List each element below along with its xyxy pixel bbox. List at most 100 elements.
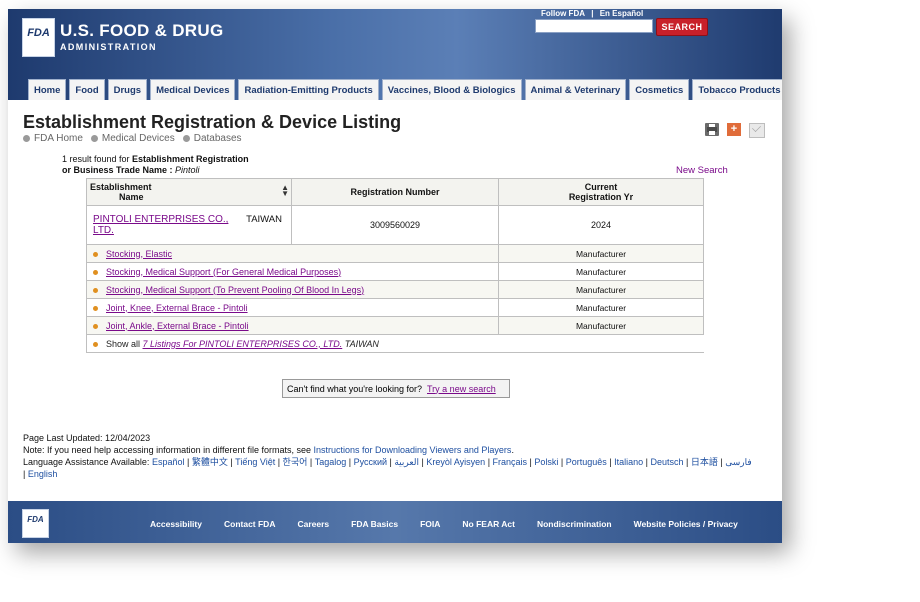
footer-link-contact-fda[interactable]: Contact FDA xyxy=(224,519,275,529)
establishment-name-line2: LTD. xyxy=(93,225,114,236)
tab-drugs[interactable]: Drugs xyxy=(107,79,148,100)
language-link-tagalog[interactable]: Tagalog xyxy=(315,457,347,467)
tab-medical-devices[interactable]: Medical Devices xyxy=(150,79,236,100)
listing-cell: Stocking, Medical Support (To Prevent Po… xyxy=(86,280,499,299)
result-count-bold: Establishment Registration xyxy=(132,154,249,164)
language-link-haitian-creole[interactable]: Kreyòl Ayisyen xyxy=(426,457,485,467)
establishment-name-link[interactable]: PINTOLI ENTERPRISES CO., LTD. xyxy=(93,214,228,236)
try-new-search-link[interactable]: Try a new search xyxy=(427,384,496,394)
language-link-french[interactable]: Français xyxy=(493,457,528,467)
listing-link[interactable]: Joint, Knee, External Brace - Pintoli xyxy=(106,303,248,313)
language-link-korean[interactable]: 한국어 xyxy=(283,457,308,467)
breadcrumb-fda-home[interactable]: FDA Home xyxy=(34,133,83,144)
show-all-row: Show all 7 Listings For PINTOLI ENTERPRI… xyxy=(86,334,704,353)
list-item: Stocking, Medical Support (To Prevent Po… xyxy=(86,280,704,299)
language-link-russian[interactable]: Русский xyxy=(354,457,387,467)
table-row: TAIWAN PINTOLI ENTERPRISES CO., LTD. 3009… xyxy=(86,205,704,245)
fda-logo[interactable]: FDA xyxy=(22,18,55,57)
listing-link[interactable]: Stocking, Elastic xyxy=(106,249,172,259)
last-updated: Page Last Updated: 12/04/2023 xyxy=(23,433,151,443)
listing-link[interactable]: Stocking, Medical Support (For General M… xyxy=(106,267,341,277)
column-header-registration: Registration Number xyxy=(291,178,499,206)
listing-type: Manufacturer xyxy=(498,280,704,299)
language-link-polish[interactable]: Polski xyxy=(534,457,558,467)
footer-link-foia[interactable]: FOIA xyxy=(420,519,440,529)
brand-title[interactable]: U.S. FOOD & DRUG xyxy=(60,21,223,41)
footer-link-fda-basics[interactable]: FDA Basics xyxy=(351,519,398,529)
listing-cell: Stocking, Medical Support (For General M… xyxy=(86,262,499,281)
language-link-vietnamese[interactable]: Tiếng Việt xyxy=(235,457,275,467)
viewers-players-link[interactable]: Instructions for Downloading Viewers and… xyxy=(314,445,512,455)
footer-link-website-policies[interactable]: Website Policies / Privacy xyxy=(634,519,738,529)
tab-radiation-emitting-products[interactable]: Radiation-Emitting Products xyxy=(238,79,379,100)
tab-food[interactable]: Food xyxy=(69,79,105,100)
establishment-name-line1: PINTOLI ENTERPRISES CO., xyxy=(93,214,229,225)
list-item: Joint, Ankle, External Brace - Pintoli M… xyxy=(86,316,704,335)
email-icon[interactable] xyxy=(749,123,765,138)
language-link-japanese[interactable]: 日本語 xyxy=(691,457,718,467)
breadcrumb-databases[interactable]: Databases xyxy=(194,133,242,144)
main-nav: Home Food Drugs Medical Devices Radiatio… xyxy=(28,79,782,100)
language-link-farsi[interactable]: فارسی xyxy=(725,457,751,467)
list-item: Stocking, Elastic Manufacturer xyxy=(86,244,704,263)
show-all-listings-link[interactable]: 7 Listings For PINTOLI ENTERPRISES CO., … xyxy=(143,339,343,349)
language-link-german[interactable]: Deutsch xyxy=(651,457,684,467)
page-title: Establishment Registration & Device List… xyxy=(23,112,402,132)
tab-animal-veterinary[interactable]: Animal & Veterinary xyxy=(524,79,627,100)
footer-fda-logo[interactable]: FDA xyxy=(22,509,49,538)
search-button[interactable]: SEARCH xyxy=(656,18,708,36)
column-header-name-line1: Establishment xyxy=(90,182,152,192)
column-header-name[interactable]: Establishment Name ▲ ▼ xyxy=(86,178,292,206)
language-link-arabic[interactable]: العربية xyxy=(394,457,419,467)
tab-vaccines-blood-biologics[interactable]: Vaccines, Blood & Biologics xyxy=(381,79,522,100)
follow-fda-link[interactable]: Follow FDA xyxy=(541,9,585,18)
sort-icon[interactable]: ▲ ▼ xyxy=(281,184,289,198)
listing-cell: Joint, Knee, External Brace - Pintoli xyxy=(86,298,499,317)
tab-cosmetics[interactable]: Cosmetics xyxy=(629,79,690,100)
page-footer-text: Page Last Updated: 12/04/2023 Note: If y… xyxy=(23,432,773,480)
language-assistance-label: Language Assistance Available: xyxy=(23,457,152,467)
bullet-icon xyxy=(93,287,98,293)
bullet-icon xyxy=(93,269,98,275)
add-icon[interactable]: + xyxy=(727,123,741,136)
format-note-suffix: . xyxy=(511,445,514,455)
footer-link-nondiscrimination[interactable]: Nondiscrimination xyxy=(537,519,612,529)
en-espanol-link[interactable]: En Español xyxy=(600,9,644,18)
column-header-year-line1: Current xyxy=(584,182,618,192)
bullet-icon xyxy=(93,251,98,257)
breadcrumb-bullet-icon xyxy=(182,135,190,142)
results-table: Establishment Name ▲ ▼ Registration Numbe… xyxy=(86,178,704,353)
result-query-label: or Business Trade Name : xyxy=(62,165,176,175)
list-item: Joint, Knee, External Brace - Pintoli Ma… xyxy=(86,298,704,317)
result-count-text: 1 result found for xyxy=(62,154,133,164)
language-assistance: Language Assistance Available: Español |… xyxy=(23,457,752,479)
tab-home[interactable]: Home xyxy=(28,79,67,100)
bullet-icon xyxy=(93,323,98,329)
print-icon[interactable] xyxy=(705,123,719,136)
breadcrumb-medical-devices[interactable]: Medical Devices xyxy=(102,133,175,144)
tab-tobacco-products[interactable]: Tobacco Products xyxy=(692,79,782,100)
footer-link-no-fear-act[interactable]: No FEAR Act xyxy=(462,519,515,529)
breadcrumb-bullet-icon xyxy=(23,135,30,142)
column-header-year: Current Registration Yr xyxy=(498,178,704,206)
search-input[interactable] xyxy=(535,19,653,33)
language-link-chinese[interactable]: 繁體中文 xyxy=(192,457,228,467)
footer-link-careers[interactable]: Careers xyxy=(297,519,329,529)
listing-link[interactable]: Stocking, Medical Support (To Prevent Po… xyxy=(106,285,364,295)
format-note-prefix: Note: If you need help accessing informa… xyxy=(23,445,314,455)
footer-link-accessibility[interactable]: Accessibility xyxy=(150,519,202,529)
listing-link[interactable]: Joint, Ankle, External Brace - Pintoli xyxy=(106,321,249,331)
language-link-italian[interactable]: Italiano xyxy=(614,457,643,467)
show-all-prefix: Show all xyxy=(106,338,143,349)
new-search-link[interactable]: New Search xyxy=(676,165,728,176)
language-link-portuguese[interactable]: Português xyxy=(566,457,607,467)
language-link-english[interactable]: English xyxy=(28,469,58,479)
establishment-name-cell: TAIWAN PINTOLI ENTERPRISES CO., LTD. xyxy=(86,205,292,245)
language-link-spanish[interactable]: Español xyxy=(152,457,185,467)
format-note: Note: If you need help accessing informa… xyxy=(23,444,773,456)
result-query-value: Pintoli xyxy=(175,165,200,175)
footer-links: Accessibility Contact FDA Careers FDA Ba… xyxy=(150,519,738,529)
fda-logo-text: FDA xyxy=(27,27,50,39)
brand-subtitle[interactable]: ADMINISTRATION xyxy=(60,42,157,52)
cant-find-text: Can't find what you're looking for? xyxy=(287,383,423,394)
